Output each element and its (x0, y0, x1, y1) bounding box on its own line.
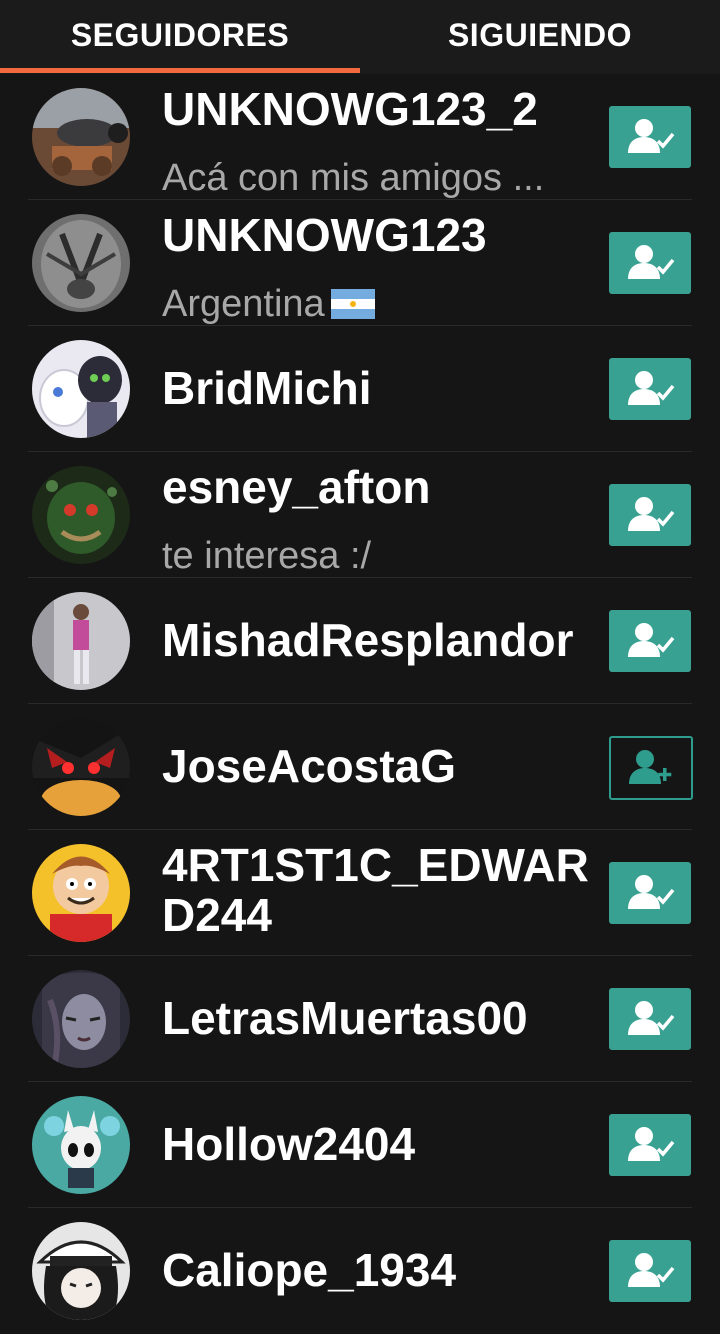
avatar-image (32, 592, 130, 690)
following-button[interactable] (609, 862, 691, 924)
following-button[interactable] (609, 610, 691, 672)
avatar[interactable] (32, 214, 130, 312)
active-tab-indicator (0, 68, 360, 73)
list-item[interactable]: 4RT1ST1C_EDWARD244 (0, 830, 720, 956)
user-check-icon (628, 245, 675, 279)
follow-button[interactable] (609, 736, 693, 800)
list-item[interactable]: UNKNOWG123 Argentina (0, 200, 720, 326)
avatar[interactable] (32, 592, 130, 690)
avatar[interactable] (32, 844, 130, 942)
username: LetrasMuertas00 (162, 992, 528, 1044)
avatar[interactable] (32, 1222, 130, 1320)
avatar-image (32, 214, 130, 312)
avatar-image (32, 1096, 130, 1194)
list-item[interactable]: LetrasMuertas00 (0, 956, 720, 1082)
following-button[interactable] (609, 484, 691, 546)
avatar-image (32, 844, 130, 942)
list-item[interactable]: Hollow2404 (0, 1082, 720, 1208)
avatar-image (32, 970, 130, 1068)
avatar[interactable] (32, 1096, 130, 1194)
avatar[interactable] (32, 970, 130, 1068)
user-check-icon (628, 119, 675, 153)
argentina-flag-icon (330, 289, 375, 319)
following-button[interactable] (609, 1240, 691, 1302)
avatar-image (32, 340, 130, 438)
list-item[interactable]: MishadResplandor (0, 578, 720, 704)
following-button[interactable] (609, 1114, 691, 1176)
user-check-icon (628, 1253, 675, 1287)
user-check-icon (628, 1001, 675, 1035)
list-item[interactable]: esney_afton te interesa :/ (0, 452, 720, 578)
avatar[interactable] (32, 466, 130, 564)
tab-siguiendo[interactable]: SIGUIENDO (360, 0, 720, 70)
username: esney_afton (162, 461, 431, 513)
avatar-image (32, 466, 130, 564)
following-button[interactable] (609, 232, 691, 294)
list-item[interactable]: BridMichi (0, 326, 720, 452)
user-check-icon (628, 371, 675, 405)
tab-seguidores[interactable]: SEGUIDORES (0, 0, 360, 70)
avatar-image (32, 718, 130, 816)
username: BridMichi (162, 362, 372, 414)
following-button[interactable] (609, 106, 691, 168)
username: UNKNOWG123_2 (162, 83, 538, 135)
user-bio: Acá con mis amigos ... (162, 157, 545, 199)
username: JoseAcostaG (162, 740, 457, 792)
avatar[interactable] (32, 340, 130, 438)
username: Hollow2404 (162, 1118, 416, 1170)
username: MishadResplandor (162, 614, 574, 666)
following-button[interactable] (609, 988, 691, 1050)
avatar[interactable] (32, 88, 130, 186)
avatar[interactable] (32, 718, 130, 816)
tab-bar: SEGUIDORES SIGUIENDO (0, 0, 720, 74)
user-check-icon (628, 623, 675, 657)
avatar-image (32, 1222, 130, 1320)
username: UNKNOWG123 (162, 209, 487, 261)
user-bio-text: Argentina (162, 283, 325, 325)
user-check-icon (628, 497, 675, 531)
user-bio: Argentina (162, 284, 375, 324)
user-check-icon (628, 1127, 675, 1161)
username: 4RT1ST1C_EDWARD244 (162, 839, 589, 941)
user-plus-icon (629, 750, 672, 784)
list-item[interactable]: UNKNOWG123_2 Acá con mis amigos ... (0, 74, 720, 200)
list-item[interactable]: Caliope_1934 (0, 1208, 720, 1334)
list-item[interactable]: JoseAcostaG (0, 704, 720, 830)
user-bio: te interesa :/ (162, 535, 372, 577)
avatar-image (32, 88, 130, 186)
username: Caliope_1934 (162, 1244, 457, 1296)
following-button[interactable] (609, 358, 691, 420)
user-check-icon (628, 875, 675, 909)
